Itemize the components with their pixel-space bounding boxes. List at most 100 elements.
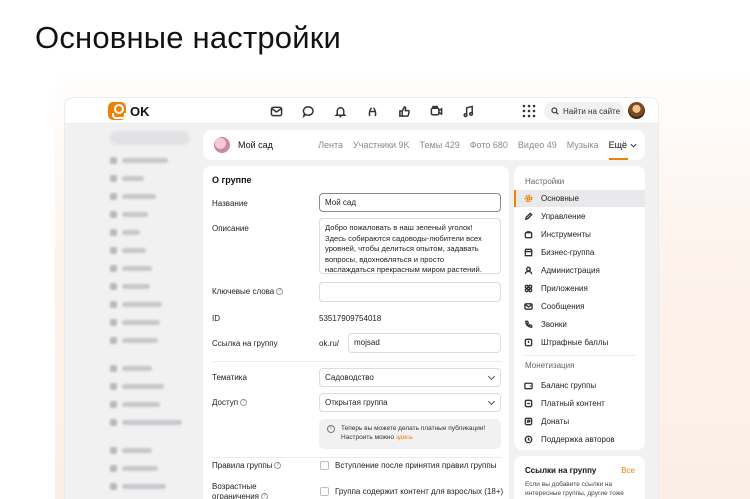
keywords-label-text: Ключевые слова: [212, 287, 275, 296]
menu-item-label: Основные: [541, 194, 579, 203]
tab-videos[interactable]: Видео 49: [518, 140, 557, 150]
access-select[interactable]: Открытая группа: [319, 393, 501, 412]
name-label: Название: [212, 199, 248, 208]
menu-item-author-support[interactable]: Поддержка авторов: [514, 431, 645, 448]
menu-item-management[interactable]: Управление: [514, 208, 645, 225]
guests-icon[interactable]: [364, 103, 380, 119]
tools-icon: [524, 231, 533, 239]
tab-more[interactable]: Ещё: [608, 130, 637, 160]
sidebar-item: [110, 282, 150, 290]
divider: [212, 457, 502, 458]
menu-item-business[interactable]: Бизнес-группа: [514, 244, 645, 261]
sidebar-item: [110, 264, 152, 272]
sidebar-item: [110, 418, 182, 426]
ok-logo-icon: [108, 102, 126, 120]
support-icon: [524, 435, 533, 444]
pencil-icon: [524, 212, 533, 221]
rules-label-text: Правила группы: [212, 461, 273, 470]
discussions-icon[interactable]: [300, 103, 316, 119]
keywords-label: Ключевые слова?: [212, 287, 284, 296]
sidebar-create-button: [110, 131, 190, 145]
notifications-icon[interactable]: [332, 103, 348, 119]
name-field[interactable]: Мой сад: [319, 193, 501, 212]
rules-checkbox-label[interactable]: Вступление после принятия правил группы: [335, 461, 496, 470]
sidebar-item: [110, 382, 164, 390]
ok-logo[interactable]: OK: [108, 102, 150, 120]
admin-icon: [524, 266, 533, 275]
description-field[interactable]: Добро пожаловать в наш зеленый уголок! З…: [319, 218, 501, 274]
note-text: Теперь вы можете делать платные публикац…: [341, 425, 486, 441]
tab-topics[interactable]: Темы 429: [420, 140, 460, 150]
tab-feed[interactable]: Лента: [318, 140, 343, 150]
apps-grid-icon[interactable]: [522, 104, 536, 118]
settings-form: О группе Название Мой сад Описание Добро…: [203, 166, 509, 499]
group-link-label: Ссылка на группу: [212, 339, 278, 348]
group-name[interactable]: Мой сад: [238, 140, 273, 150]
messages-icon[interactable]: [268, 103, 284, 119]
group-link-field[interactable]: mojsad: [348, 333, 501, 353]
age-checkbox-label[interactable]: Группа содержит контент для взрослых (18…: [335, 487, 503, 496]
age-checkbox[interactable]: [320, 487, 329, 496]
tab-music[interactable]: Музыка: [567, 140, 599, 150]
hero-title: Основные настройки: [35, 20, 342, 55]
menu-item-balance[interactable]: Баланс группы: [514, 377, 645, 394]
note-link[interactable]: здесь: [396, 434, 413, 441]
group-links-card: Ссылки на группу Все Если вы добавите сс…: [514, 456, 645, 499]
menu-item-calls[interactable]: Звонки: [514, 316, 645, 333]
apps-icon: [524, 284, 533, 293]
tab-members[interactable]: Участники 9K: [353, 140, 410, 150]
keywords-field[interactable]: [319, 282, 501, 302]
user-avatar[interactable]: [628, 102, 645, 119]
nav-icons: [268, 103, 476, 119]
settings-menu: Настройки Основные Управление Инструмент…: [514, 166, 645, 450]
help-icon[interactable]: ?: [261, 493, 268, 499]
menu-item-admins[interactable]: Администрация: [514, 262, 645, 279]
help-icon[interactable]: ?: [240, 399, 248, 407]
tab-photos[interactable]: Фото 680: [470, 140, 508, 150]
menu-item-penalties[interactable]: Штрафные баллы: [514, 334, 645, 351]
menu-item-basic[interactable]: Основные: [514, 190, 645, 207]
menu-item-donations[interactable]: Донаты: [514, 413, 645, 430]
rules-checkbox[interactable]: [320, 461, 329, 470]
menu-item-label: Поддержка авторов: [541, 435, 615, 444]
group-avatar[interactable]: [214, 137, 230, 153]
theme-select[interactable]: Садоводство: [319, 368, 501, 387]
group-link-prefix: ok.ru/: [319, 339, 340, 348]
sidebar-item: [110, 318, 160, 326]
group-header: Мой сад Лента Участники 9K Темы 429 Фото…: [203, 130, 645, 160]
search-input[interactable]: Найти на сайте: [544, 102, 624, 120]
music-icon[interactable]: [460, 103, 476, 119]
menu-item-tools[interactable]: Инструменты: [514, 226, 645, 243]
logo-text: OK: [130, 103, 150, 119]
menu-item-label: Приложения: [541, 284, 588, 293]
video-icon[interactable]: [428, 103, 444, 119]
message-icon: [524, 303, 533, 310]
section-title: О группе: [212, 175, 252, 185]
wallet-icon: [524, 382, 533, 390]
rules-label: Правила группы?: [212, 461, 282, 470]
chevron-down-icon: [630, 143, 637, 148]
links-card-all-link[interactable]: Все: [621, 466, 635, 475]
menu-item-apps[interactable]: Приложения: [514, 280, 645, 297]
store-icon: [524, 248, 533, 257]
paid-content-icon: [524, 399, 533, 408]
menu-item-label: Бизнес-группа: [541, 248, 595, 257]
info-icon: !: [327, 425, 335, 433]
likes-icon[interactable]: [396, 103, 412, 119]
menu-item-label: Платный контент: [541, 399, 605, 408]
help-icon[interactable]: ?: [274, 462, 282, 470]
settings-menu-title: Настройки: [525, 177, 565, 186]
sidebar-item: [110, 246, 146, 254]
menu-item-label: Администрация: [541, 266, 600, 275]
menu-item-messages[interactable]: Сообщения: [514, 298, 645, 315]
sidebar-item: [110, 336, 158, 344]
sidebar-item: [110, 364, 152, 372]
links-card-title: Ссылки на группу: [525, 466, 597, 475]
menu-item-label: Управление: [541, 212, 586, 221]
menu-item-paid-content[interactable]: Платный контент: [514, 395, 645, 412]
paid-posts-note: ! Теперь вы можете делать платные публик…: [319, 419, 501, 449]
search-icon: [551, 107, 559, 115]
help-icon[interactable]: ?: [276, 288, 284, 296]
theme-label: Тематика: [212, 373, 247, 382]
sidebar-item: [110, 482, 166, 490]
